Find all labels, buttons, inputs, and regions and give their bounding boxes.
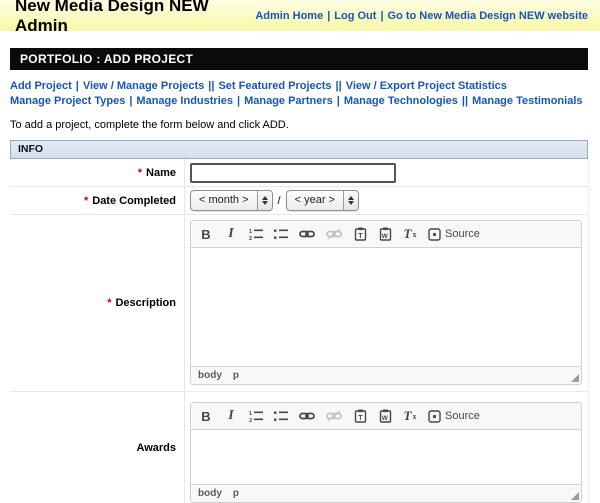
nav-separator: || — [461, 95, 469, 107]
svg-text:1: 1 — [249, 411, 252, 417]
link-go-to-website[interactable]: Go to New Media Design NEW website — [388, 10, 588, 22]
description-editor: B I 12 T W T x Source body p — [190, 220, 582, 385]
nav-separator: | — [75, 80, 79, 92]
unlink-icon — [326, 224, 342, 244]
nav-row-1: Add Project | View / Manage Projects || Set … — [10, 79, 588, 94]
editor-path-bar: body p — [191, 366, 581, 384]
link-icon[interactable] — [299, 224, 315, 244]
name-input[interactable] — [190, 162, 396, 183]
description-label: * Description — [10, 215, 185, 391]
numbered-list-button[interactable]: 12 — [249, 406, 263, 426]
numbered-list-button[interactable]: 12 — [249, 224, 263, 244]
nav-set-featured-projects[interactable]: Set Featured Projects — [218, 80, 331, 92]
link-log-out[interactable]: Log Out — [334, 10, 376, 22]
svg-text:1: 1 — [249, 229, 252, 235]
nav-separator: || — [208, 80, 215, 92]
nav-separator: | — [336, 95, 340, 107]
app-header: New Media Design NEW Admin Admin Home | Lo… — [0, 0, 600, 35]
select-stepper-icon — [342, 191, 358, 210]
year-select[interactable]: < year > — [285, 190, 359, 211]
paste-word-icon[interactable]: W — [378, 406, 392, 426]
nav-view-manage-projects[interactable]: View / Manage Projects — [83, 80, 204, 92]
svg-text:2: 2 — [249, 236, 252, 241]
source-button[interactable]: Source — [428, 224, 480, 244]
nav-manage-project-types[interactable]: Manage Project Types — [10, 95, 125, 107]
link-separator: | — [380, 9, 384, 22]
app-title: New Media Design NEW Admin — [15, 0, 209, 35]
awards-label: Awards — [10, 392, 185, 503]
name-row: * Name — [10, 159, 588, 187]
path-body[interactable]: body — [198, 370, 222, 381]
path-p[interactable]: p — [233, 370, 239, 381]
bulleted-list-button[interactable] — [274, 224, 288, 244]
nav-view-export-statistics[interactable]: View / Export Project Statistics — [346, 80, 507, 92]
link-icon[interactable] — [299, 406, 315, 426]
info-section-header: INFO — [10, 140, 588, 159]
nav-manage-testimonials[interactable]: Manage Testimonials — [472, 95, 582, 107]
awards-editor-content[interactable] — [191, 430, 581, 484]
description-editor-content[interactable] — [191, 248, 581, 366]
bold-button[interactable]: B — [199, 224, 213, 244]
italic-button[interactable]: I — [224, 224, 238, 244]
path-p[interactable]: p — [233, 488, 239, 499]
required-marker: * — [137, 166, 143, 179]
link-separator: | — [327, 9, 331, 22]
nav-manage-industries[interactable]: Manage Industries — [136, 95, 233, 107]
svg-text:T: T — [358, 233, 363, 240]
svg-text:T: T — [358, 415, 363, 422]
path-body[interactable]: body — [198, 488, 222, 499]
svg-text:W: W — [381, 233, 388, 240]
svg-text:2: 2 — [249, 418, 252, 423]
paste-text-icon[interactable]: T — [353, 224, 367, 244]
date-completed-row: * Date Completed < month > / < year > — [10, 187, 588, 215]
editor-toolbar: B I 12 T W T x Source — [191, 403, 581, 430]
nav-manage-technologies[interactable]: Manage Technologies — [344, 95, 458, 107]
bulleted-list-button[interactable] — [274, 406, 288, 426]
month-select[interactable]: < month > — [190, 190, 273, 211]
nav-separator: | — [237, 95, 241, 107]
date-completed-label: * Date Completed — [10, 187, 185, 214]
remove-format-button[interactable]: Tx — [403, 406, 417, 426]
required-marker: * — [83, 194, 89, 207]
unlink-icon — [326, 406, 342, 426]
bold-button[interactable]: B — [199, 406, 213, 426]
name-label: * Name — [10, 159, 185, 186]
nav-add-project[interactable]: Add Project — [10, 80, 72, 92]
nav-separator: | — [129, 95, 133, 107]
nav-row-2: Manage Project Types | Manage Industries | M… — [10, 94, 588, 109]
nav-manage-partners[interactable]: Manage Partners — [244, 95, 333, 107]
paste-text-icon[interactable]: T — [353, 406, 367, 426]
paste-word-icon[interactable]: W — [378, 224, 392, 244]
awards-row: Awards B I 12 T W T x Source body p — [10, 392, 588, 503]
source-button[interactable]: Source — [428, 406, 480, 426]
awards-editor: B I 12 T W T x Source body p — [190, 402, 582, 503]
select-stepper-icon — [256, 191, 272, 210]
remove-format-button[interactable]: Tx — [403, 224, 417, 244]
nav-separator: || — [335, 80, 342, 92]
header-nav: Admin Home | Log Out | Go to New Media Desig… — [255, 10, 588, 22]
add-project-form: * Name * Date Completed < month > / < year… — [10, 159, 589, 503]
editor-path-bar: body p — [191, 484, 581, 502]
date-separator: / — [277, 194, 281, 207]
portfolio-nav: Add Project | View / Manage Projects || Set … — [10, 79, 588, 109]
link-admin-home[interactable]: Admin Home — [255, 10, 323, 22]
italic-button[interactable]: I — [224, 406, 238, 426]
intro-text: To add a project, complete the form belo… — [10, 119, 289, 131]
svg-text:W: W — [381, 415, 388, 422]
required-marker: * — [107, 297, 112, 309]
description-row: * Description B I 12 T W T x Source body… — [10, 215, 588, 392]
section-title-bar: PORTFOLIO : ADD PROJECT — [10, 48, 588, 70]
editor-toolbar: B I 12 T W T x Source — [191, 221, 581, 248]
resize-handle[interactable] — [571, 374, 579, 382]
